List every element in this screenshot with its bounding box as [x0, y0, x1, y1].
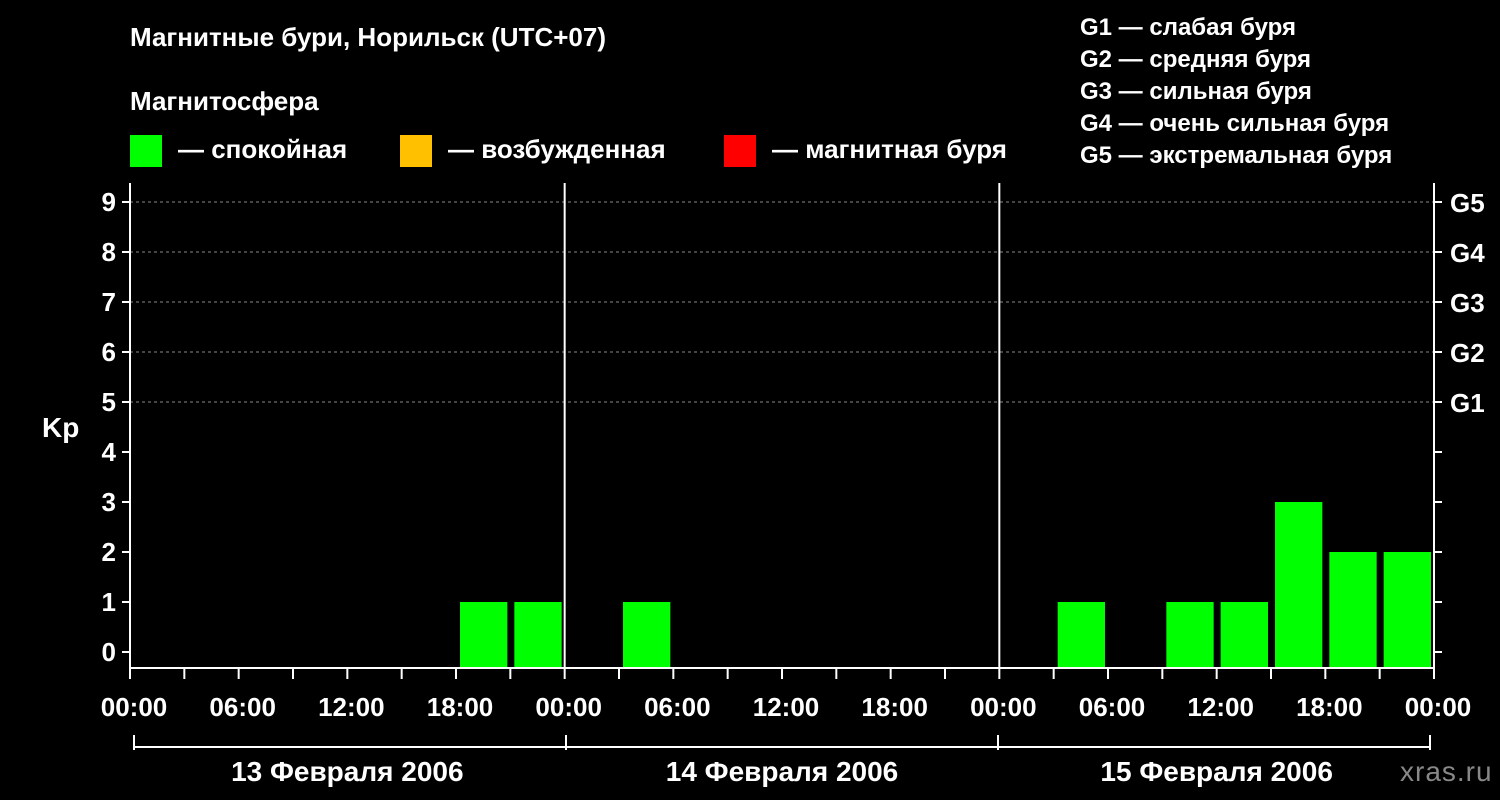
kp-bar: [460, 602, 508, 668]
kp-bar: [1275, 502, 1323, 668]
kp-bar: [1057, 602, 1105, 668]
kp-bar: [1166, 602, 1214, 668]
watermark: xras.ru: [1400, 756, 1493, 787]
x-tick-label: 06:00: [1079, 692, 1146, 722]
x-tick-label: 12:00: [318, 692, 385, 722]
kp-bar: [1220, 602, 1268, 668]
g-scale-label: G1: [1450, 388, 1485, 418]
y-tick-label: 4: [102, 437, 117, 467]
x-tick-label: 00:00: [535, 692, 602, 722]
y-tick-label: 9: [102, 187, 116, 217]
y-tick-label: 5: [102, 387, 116, 417]
y-tick-label: 1: [102, 587, 116, 617]
g-scale-label: G3: [1450, 288, 1485, 318]
y-tick-label: 7: [102, 287, 116, 317]
kp-bar-chart: 0 1 2 3 4 5 6 7 8 9 G1 G2 G3 G4 G5 Kp 00:00 06:00 12:00 18:…: [42, 183, 1485, 787]
kp-bar: [1329, 552, 1377, 668]
x-tick-label: 06:00: [209, 692, 276, 722]
x-tick-label: 18:00: [427, 692, 494, 722]
kp-bar: [514, 602, 562, 668]
y-tick-label: 0: [102, 637, 116, 667]
g-scale-label: G2: [1450, 338, 1485, 368]
g-scale-label: G5: [1450, 188, 1485, 218]
x-tick-label: 12:00: [753, 692, 820, 722]
x-tick-label: 00:00: [1405, 692, 1472, 722]
x-tick-label: 18:00: [1296, 692, 1363, 722]
day-label: 13 Февраля 2006: [231, 756, 463, 787]
x-tick-label: 00:00: [970, 692, 1037, 722]
kp-bar: [623, 602, 671, 668]
y-tick-label: 3: [102, 487, 116, 517]
x-tick-label: 00:00: [101, 692, 168, 722]
y-axis-label: Kp: [42, 412, 79, 443]
y-tick-label: 2: [102, 537, 116, 567]
x-tick-label: 06:00: [644, 692, 711, 722]
g-scale-label: G4: [1450, 238, 1485, 268]
kp-bar: [1383, 552, 1431, 668]
x-tick-label: 12:00: [1187, 692, 1254, 722]
y-tick-label: 8: [102, 237, 116, 267]
day-label: 14 Февраля 2006: [666, 756, 898, 787]
day-label: 15 Февраля 2006: [1100, 756, 1332, 787]
x-tick-label: 18:00: [861, 692, 928, 722]
y-tick-label: 6: [102, 337, 116, 367]
